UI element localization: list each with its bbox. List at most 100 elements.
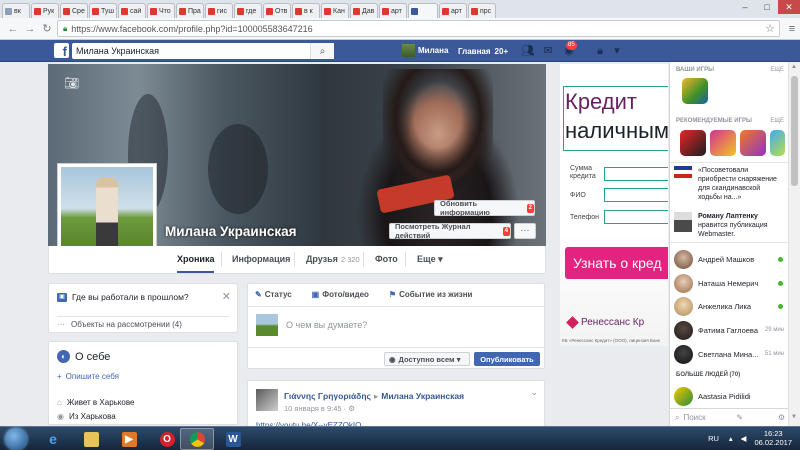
scroll-down-icon[interactable]: ▼ [791, 414, 797, 420]
game-tile[interactable] [680, 130, 706, 156]
volume-icon[interactable]: ◀︎ [741, 434, 747, 443]
camera-icon[interactable]: 📷︎ [64, 76, 79, 90]
tab-friends[interactable]: Друзья 2 320 [306, 246, 360, 273]
header-profile-link[interactable]: Милана [402, 44, 448, 57]
browser-tab[interactable]: Кан [321, 3, 349, 18]
facebook-logo-icon[interactable]: f [54, 43, 69, 58]
browser-tab[interactable]: Что [147, 3, 175, 18]
browser-tab[interactable]: вк [2, 3, 30, 18]
game-tile[interactable] [682, 78, 708, 104]
publish-button[interactable]: Опубликовать [474, 352, 540, 366]
work-question[interactable]: ▣ Где вы работали в прошлом? [57, 292, 189, 302]
clock[interactable]: 16:23 06.02.2017 [754, 429, 792, 447]
scrollbar-thumb[interactable] [791, 76, 798, 186]
friend-requests-icon[interactable]: 👥︎ [521, 44, 535, 58]
word-icon[interactable]: W [216, 428, 250, 450]
ad-phone-input[interactable] [604, 210, 668, 224]
browser-tab[interactable]: Дав [350, 3, 378, 18]
games-more-link[interactable]: ЕЩЕ [770, 67, 784, 73]
browser-tab[interactable]: арт [379, 3, 407, 18]
more-options-button[interactable]: ··· [514, 223, 536, 239]
tab-photos[interactable]: Фото [375, 246, 398, 273]
chat-friend[interactable]: Светлана Мина... 51 мин [674, 344, 786, 364]
reload-icon[interactable]: ↻ [40, 22, 54, 35]
ticker-story[interactable]: «Посоветовали приобрести снаряжение для … [674, 166, 782, 202]
chat-friend[interactable]: Наташа Немерич [674, 273, 786, 293]
browser-tab[interactable]: где [234, 3, 262, 18]
browser-tab[interactable]: Отв [263, 3, 291, 18]
advertisement[interactable]: Кредит наличным Сумма кредита ФИО Телефо… [560, 64, 668, 346]
close-icon[interactable]: ✕ [222, 290, 231, 303]
post-target-link[interactable]: Милана Украинская [381, 391, 464, 401]
browser-menu-icon[interactable]: ≡ [784, 23, 800, 35]
page-scrollbar[interactable]: ▲ ▼ [788, 62, 800, 426]
browser-tab[interactable]: сай [118, 3, 146, 18]
new-message-icon[interactable]: ✎ [736, 413, 743, 422]
home-link[interactable]: Главная 20+ [458, 47, 508, 56]
tab-timeline[interactable]: Хроника [177, 246, 215, 273]
privacy-lock-icon[interactable]: 🔒︎ [593, 44, 607, 58]
chat-friend[interactable]: Анжелика Лика [674, 296, 786, 316]
activity-log-button[interactable]: Посмотреть Журнал действий 4 [389, 222, 511, 240]
chat-friend[interactable]: Фатима Гаглоева 29 мин [674, 320, 786, 340]
close-window-icon[interactable]: ✕ [778, 0, 800, 14]
browser-tab[interactable]: арт [439, 3, 467, 18]
browser-tab[interactable]: Сре [60, 3, 88, 18]
ad-name-input[interactable] [604, 188, 668, 202]
media-player-icon[interactable]: ▶ [112, 428, 146, 450]
chat-friend[interactable]: Aastasia Pidilidi [674, 386, 786, 406]
bookmark-star-icon[interactable]: ☆ [765, 22, 775, 35]
game-tile[interactable] [710, 130, 736, 156]
browser-tab[interactable]: в к [292, 3, 320, 18]
status-input[interactable]: О чем вы думаете? [286, 320, 367, 330]
composer-tab-event[interactable]: ⚑ Событие из жизни [389, 290, 483, 299]
ad-cta-button[interactable]: Узнать о кред [565, 247, 668, 279]
scroll-up-icon[interactable]: ▲ [791, 64, 797, 70]
browser-tab-active[interactable] [408, 3, 438, 18]
describe-yourself-link[interactable]: + Опишите себя [57, 372, 119, 381]
ad-amount-input[interactable] [604, 167, 668, 181]
account-menu-chevron-icon[interactable]: ▾ [610, 44, 624, 58]
tab-more[interactable]: Еще ▾ [417, 246, 443, 273]
browser-tab[interactable]: Туш [89, 3, 117, 18]
update-info-button[interactable]: Обновить информацию 2 [434, 199, 535, 217]
composer-tab-photo[interactable]: ▣ Фото/видео [312, 290, 379, 299]
profile-name[interactable]: Милана Украинская [165, 224, 297, 239]
game-tile[interactable] [770, 130, 785, 156]
internet-explorer-icon[interactable]: e [36, 428, 70, 450]
url-bar[interactable]: 🔒︎ https://www.facebook.com/profile.php?… [57, 20, 780, 37]
back-arrow-icon[interactable]: ← [6, 23, 20, 35]
post-author-link[interactable]: Γιάννης Γρηγοριάδης [284, 391, 371, 401]
tray-arrow-icon[interactable]: ▴ [729, 434, 733, 443]
browser-tab[interactable]: Пра [176, 3, 204, 18]
start-button[interactable] [5, 428, 27, 450]
language-indicator[interactable]: RU [708, 434, 719, 443]
game-tile[interactable] [740, 130, 766, 156]
search-icon[interactable]: ⌕ [310, 43, 334, 59]
pending-items-link[interactable]: ··· Объекты на рассмотрении (4) [57, 316, 229, 329]
games-more-link[interactable]: ЕЩЕ [770, 118, 784, 124]
fb-search-input[interactable]: Милана Украинская ⌕ [72, 43, 334, 59]
maximize-icon[interactable]: □ [756, 0, 778, 14]
browser-tab[interactable]: прс [468, 3, 496, 18]
audience-selector[interactable]: ◉ Доступно всем ▾ [384, 352, 470, 366]
tab-about[interactable]: Информация [232, 246, 290, 273]
ticker-story[interactable]: Роману Лаптенку нравится публикация Webm… [674, 212, 782, 239]
gear-icon[interactable]: ⚙ [778, 413, 785, 422]
forward-arrow-icon[interactable]: → [23, 23, 37, 35]
browser-tab[interactable]: Рук [31, 3, 59, 18]
chat-search-input[interactable]: ⌕ Поиск ✎ ⚙ [670, 408, 789, 426]
from-text[interactable]: Из Харькова [69, 412, 116, 421]
composer-tab-status[interactable]: ✎ Статус [255, 290, 302, 299]
opera-icon[interactable]: O [150, 428, 184, 450]
post-date[interactable]: 10 января в 9:45 · ⚙ [284, 404, 355, 413]
lives-in-text[interactable]: Живет в Харькове [67, 398, 135, 407]
avatar[interactable] [256, 389, 278, 411]
chevron-down-icon[interactable]: ⌄ [530, 387, 538, 398]
chat-friend[interactable]: Андрей Машков [674, 249, 786, 269]
browser-tab[interactable]: гис [205, 3, 233, 18]
minimize-icon[interactable]: – [734, 0, 756, 14]
messages-icon[interactable]: ✉︎ [541, 44, 555, 58]
file-explorer-icon[interactable] [74, 428, 108, 450]
chrome-icon[interactable] [180, 428, 214, 450]
